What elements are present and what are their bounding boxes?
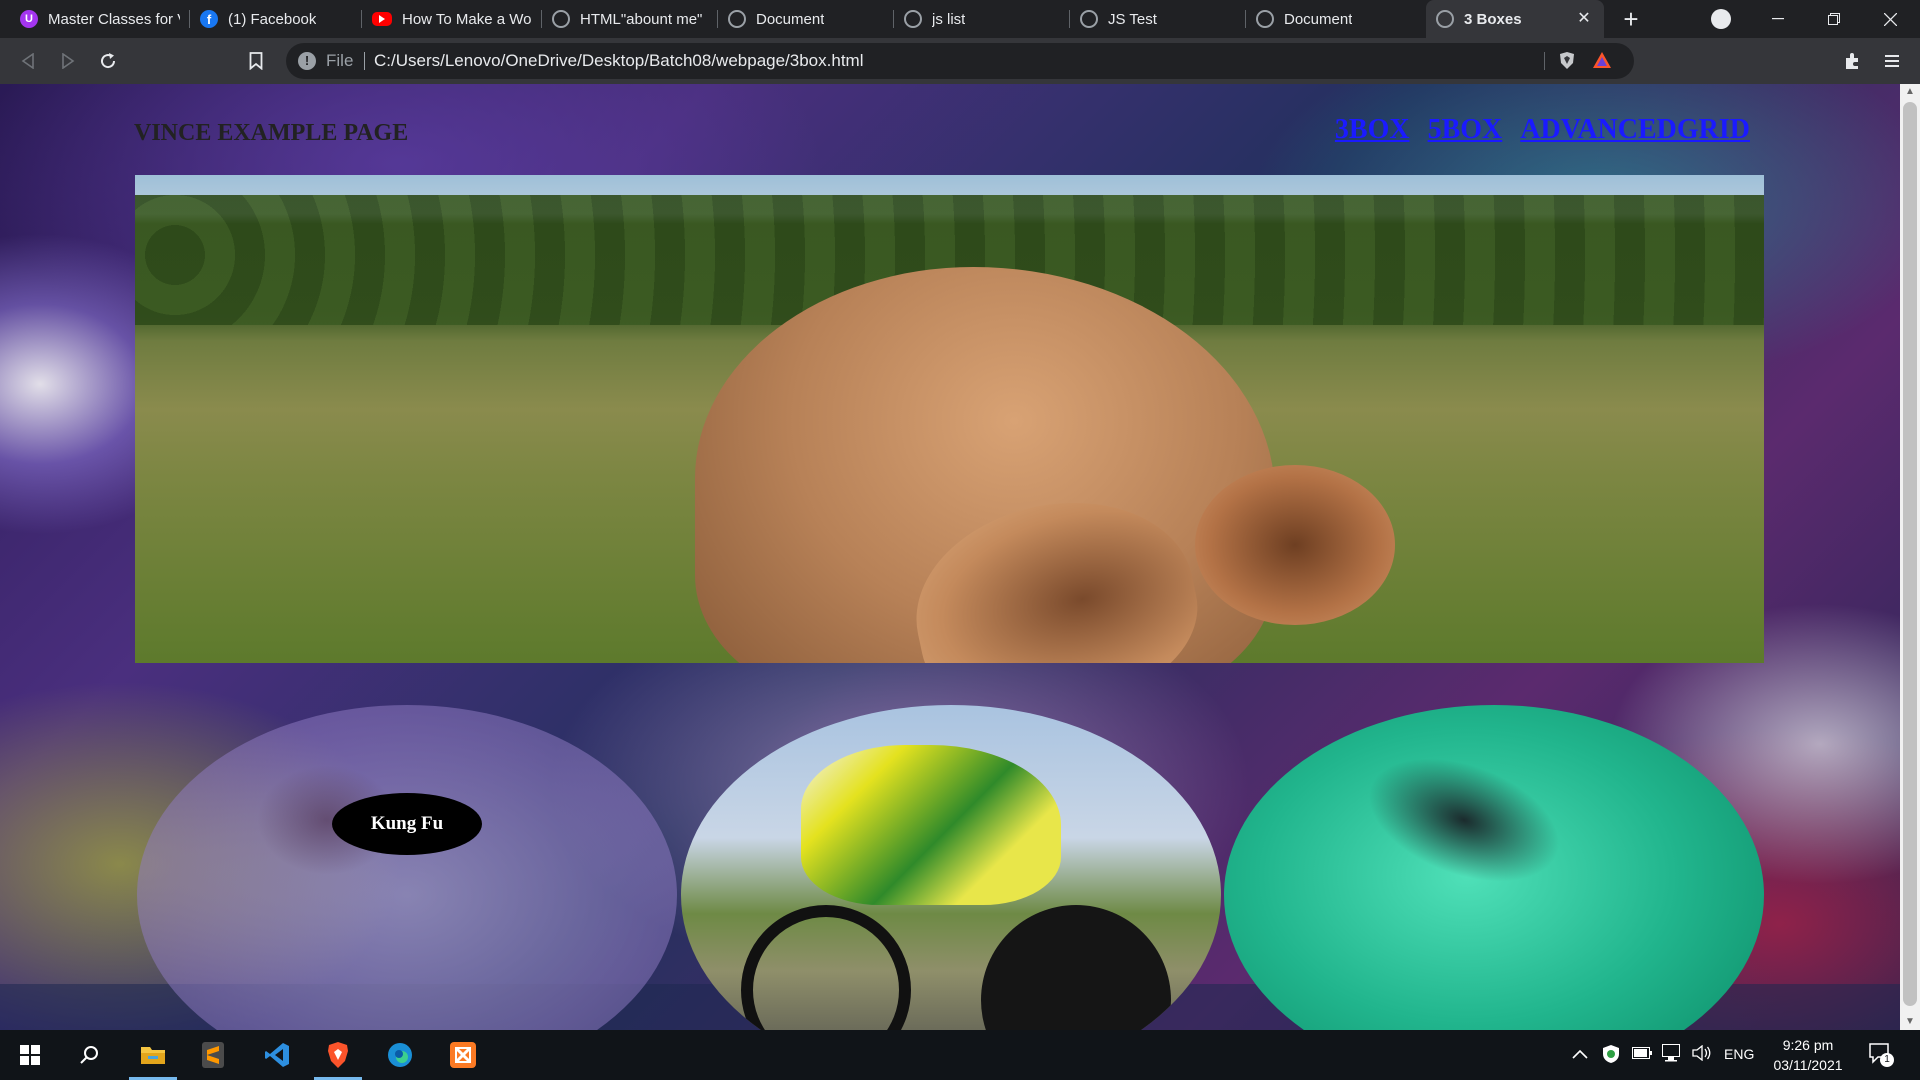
site-title: VINCE EXAMPLE PAGE [134, 120, 409, 146]
tab-title: JS Test [1108, 10, 1157, 28]
sublime-text-icon[interactable] [183, 1030, 243, 1080]
globe-icon [1256, 10, 1274, 28]
clock-date: 03/11/2021 [1773, 1057, 1843, 1073]
battery-icon[interactable] [1632, 1046, 1652, 1065]
brave-rewards-icon[interactable] [1592, 51, 1612, 74]
facebook-icon: f [200, 10, 218, 28]
hero-image-pig [135, 175, 1764, 663]
tab-title: How To Make a Wo [402, 10, 532, 28]
page-viewport: VINCE EXAMPLE PAGE 3BOX 5BOX ADVANCEDGRI… [0, 84, 1900, 1030]
udemy-icon: U [20, 10, 38, 28]
menu-icon[interactable] [1880, 49, 1904, 73]
tab-title: Document [1284, 10, 1353, 28]
tab-js-test[interactable]: JS Test [1070, 0, 1246, 38]
scheme-label: File [326, 51, 354, 70]
browser-tab-strip: U Master Classes for V f (1) Facebook Ho… [0, 0, 1920, 38]
browser-toolbar: ! File C:/Users/Lenovo/OneDrive/Desktop/… [0, 38, 1920, 84]
xampp-icon[interactable] [433, 1030, 493, 1080]
tab-3-boxes[interactable]: 3 Boxes ✕ [1426, 0, 1604, 38]
start-icon[interactable] [0, 1030, 60, 1080]
tab-document-2[interactable]: Document [1246, 0, 1422, 38]
restore-icon[interactable] [1806, 0, 1862, 38]
tab-title: js list [932, 10, 966, 28]
brave-icon[interactable] [308, 1030, 368, 1080]
circle-image-surfer [1224, 705, 1764, 1030]
tab-title: HTML"abount me" [580, 10, 703, 28]
nav-link-5box[interactable]: 5BOX [1428, 114, 1503, 146]
scroll-thumb[interactable] [1903, 102, 1917, 1006]
scroll-up-icon[interactable]: ▲ [1900, 84, 1920, 100]
globe-icon [552, 10, 570, 28]
circle-image-cyclist [681, 705, 1221, 1030]
globe-icon [904, 10, 922, 28]
address-bar[interactable]: ! File C:/Users/Lenovo/OneDrive/Desktop/… [286, 43, 1634, 79]
nav-link-advancedgrid[interactable]: ADVANCEDGRID [1520, 114, 1750, 146]
url-text[interactable]: C:/Users/Lenovo/OneDrive/Desktop/Batch08… [374, 43, 863, 79]
tab-youtube[interactable]: How To Make a Wo [362, 0, 542, 38]
close-tab-icon[interactable]: ✕ [1574, 9, 1594, 29]
globe-icon [1080, 10, 1098, 28]
globe-icon [728, 10, 746, 28]
tab-title: 3 Boxes [1464, 10, 1522, 28]
notification-icon[interactable]: 1 [1868, 1042, 1894, 1071]
site-nav: 3BOX 5BOX ADVANCEDGRID [1335, 114, 1750, 146]
globe-icon [1436, 10, 1454, 28]
vscode-icon[interactable] [247, 1030, 307, 1080]
tab-js-list[interactable]: js list [894, 0, 1070, 38]
volume-icon[interactable] [1692, 1044, 1712, 1066]
minimize-icon[interactable] [1750, 0, 1806, 38]
taskbar-clock[interactable]: 9:26 pm 03/11/2021 [1760, 1035, 1856, 1075]
tab-title: (1) Facebook [228, 10, 317, 28]
tab-master-classes[interactable]: U Master Classes for V [10, 0, 190, 38]
tab-document-1[interactable]: Document [718, 0, 894, 38]
extensions-icon[interactable] [1840, 49, 1864, 73]
search-icon[interactable] [60, 1030, 120, 1080]
tray-chevron-icon[interactable] [1572, 1046, 1588, 1064]
windows-taskbar: ENG 9:26 pm 03/11/2021 1 [0, 1030, 1920, 1080]
defender-icon[interactable] [1602, 1044, 1620, 1069]
circle-image-kung-fu [137, 705, 677, 1030]
kung-fu-label[interactable]: Kung Fu [332, 793, 482, 855]
page-scrollbar[interactable]: ▲ ▼ [1900, 84, 1920, 1030]
nav-link-3box[interactable]: 3BOX [1335, 114, 1410, 146]
close-window-icon[interactable] [1862, 0, 1918, 38]
network-icon[interactable] [1662, 1044, 1682, 1067]
tab-title: Document [756, 10, 825, 28]
tab-html-about-me[interactable]: HTML"abount me" [542, 0, 718, 38]
tab-facebook[interactable]: f (1) Facebook [190, 0, 362, 38]
reload-icon[interactable] [96, 49, 120, 73]
language-indicator[interactable]: ENG [1724, 1046, 1754, 1062]
forward-icon[interactable] [56, 49, 80, 73]
clock-time: 9:26 pm [1782, 1037, 1834, 1053]
back-icon[interactable] [16, 49, 40, 73]
tab-title: Master Classes for V [48, 10, 180, 28]
file-explorer-icon[interactable] [123, 1030, 183, 1080]
tab-search-icon[interactable] [1711, 9, 1731, 29]
youtube-icon [372, 12, 392, 26]
notification-count-badge: 1 [1880, 1053, 1894, 1067]
info-icon[interactable]: ! [298, 52, 316, 70]
bookmark-icon[interactable] [244, 49, 268, 73]
new-tab-icon[interactable]: + [1616, 4, 1646, 34]
brave-shields-icon[interactable] [1558, 51, 1576, 76]
edge-icon[interactable] [370, 1030, 430, 1080]
scroll-down-icon[interactable]: ▼ [1900, 1014, 1920, 1030]
